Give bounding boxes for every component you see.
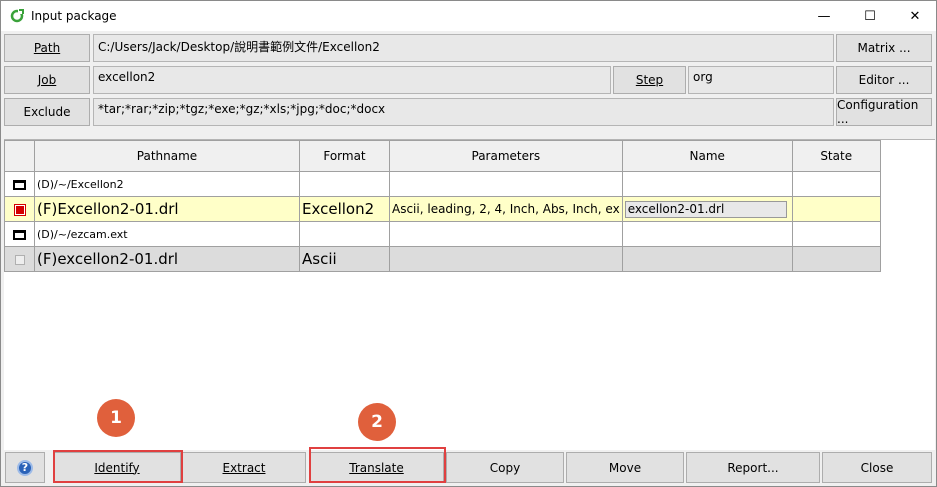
path-button[interactable]: Path [4, 34, 90, 62]
extract-button[interactable]: Extract [182, 452, 306, 483]
format-cell[interactable]: Ascii [299, 246, 390, 272]
row-icon-cell [4, 221, 35, 247]
path-field[interactable]: C:/Users/Jack/Desktop/說明書範例文件/Excellon2 [93, 34, 834, 62]
report-button[interactable]: Report... [686, 452, 820, 483]
row-checkbox-cell[interactable] [4, 246, 35, 272]
state-cell [791, 171, 881, 197]
parameters-cell [389, 171, 623, 197]
step-button[interactable]: Step [613, 66, 686, 94]
header-format[interactable]: Format [299, 140, 390, 172]
pathname-cell: (D)/~/Excellon2 [34, 171, 300, 197]
parameters-cell[interactable]: Ascii, leading, 2, 4, Inch, Abs, Inch, e… [389, 196, 623, 222]
table-row[interactable]: (F)Excellon2-01.drl Excellon2 Ascii, lea… [4, 196, 881, 222]
file-table: Pathname Format Parameters Name State (D… [4, 140, 881, 272]
help-icon: ? [17, 459, 33, 476]
state-cell [791, 246, 881, 272]
exclude-button[interactable]: Exclude [4, 98, 90, 126]
header-state[interactable]: State [791, 140, 881, 172]
file-table-area: Pathname Format Parameters Name State (D… [4, 139, 935, 450]
job-field[interactable]: excellon2 [93, 66, 611, 94]
table-row[interactable]: (F)excellon2-01.drl Ascii [4, 246, 881, 272]
table-row[interactable]: (D)/~/ezcam.ext [4, 221, 881, 247]
help-button[interactable]: ? [5, 452, 45, 483]
copy-button[interactable]: Copy [446, 452, 564, 483]
header-select [4, 140, 35, 172]
step-badge-2: 2 [358, 403, 396, 441]
name-cell [621, 221, 793, 247]
title-bar: Input package — ☐ ✕ [1, 1, 936, 31]
close-button[interactable]: Close [822, 452, 932, 483]
job-button[interactable]: Job [4, 66, 90, 94]
minimize-button[interactable]: — [801, 1, 847, 31]
unchecked-checkbox-icon[interactable] [14, 254, 25, 265]
job-button-label: Job [37, 73, 57, 87]
editor-button[interactable]: Editor ... [836, 66, 932, 94]
close-window-button[interactable]: ✕ [892, 1, 937, 31]
pathname-cell: (F)Excellon2-01.drl [34, 196, 300, 222]
matrix-button[interactable]: Matrix ... [836, 34, 932, 62]
exclude-field[interactable]: *tar;*rar;*zip;*tgz;*exe;*gz;*xls;*jpg;*… [93, 98, 834, 126]
name-input[interactable]: excellon2-01.drl [624, 201, 787, 218]
checked-checkbox-icon[interactable] [13, 203, 26, 216]
app-logo-icon [10, 9, 24, 23]
move-button[interactable]: Move [566, 452, 684, 483]
format-cell[interactable]: Excellon2 [299, 196, 390, 222]
parameters-cell [389, 221, 623, 247]
step-button-label: Step [635, 73, 664, 87]
configuration-button[interactable]: Configuration ... [836, 98, 932, 126]
folder-icon [13, 229, 26, 240]
extract-button-label: Extract [222, 460, 266, 475]
folder-icon [13, 179, 26, 190]
maximize-button[interactable]: ☐ [847, 1, 893, 31]
pathname-cell: (D)/~/ezcam.ext [34, 221, 300, 247]
header-parameters[interactable]: Parameters [389, 140, 623, 172]
state-cell [791, 196, 881, 222]
name-cell [621, 246, 793, 272]
parameters-cell [389, 246, 623, 272]
row-icon-cell [4, 171, 35, 197]
input-package-window: Input package — ☐ ✕ Path C:/Users/Jack/D… [0, 0, 937, 487]
step-field[interactable]: org [688, 66, 834, 94]
path-button-label: Path [33, 41, 61, 55]
step-badge-1: 1 [97, 399, 135, 437]
translate-highlight-box [309, 447, 446, 483]
name-cell: excellon2-01.drl [621, 196, 793, 222]
window-title: Input package [31, 9, 117, 23]
header-pathname[interactable]: Pathname [34, 140, 300, 172]
pathname-cell: (F)excellon2-01.drl [34, 246, 300, 272]
format-cell [299, 171, 390, 197]
name-cell [621, 171, 793, 197]
identify-highlight-box [53, 450, 183, 483]
row-checkbox-cell[interactable] [4, 196, 35, 222]
format-cell [299, 221, 390, 247]
table-row[interactable]: (D)/~/Excellon2 [4, 171, 881, 197]
state-cell [791, 221, 881, 247]
header-name[interactable]: Name [621, 140, 793, 172]
